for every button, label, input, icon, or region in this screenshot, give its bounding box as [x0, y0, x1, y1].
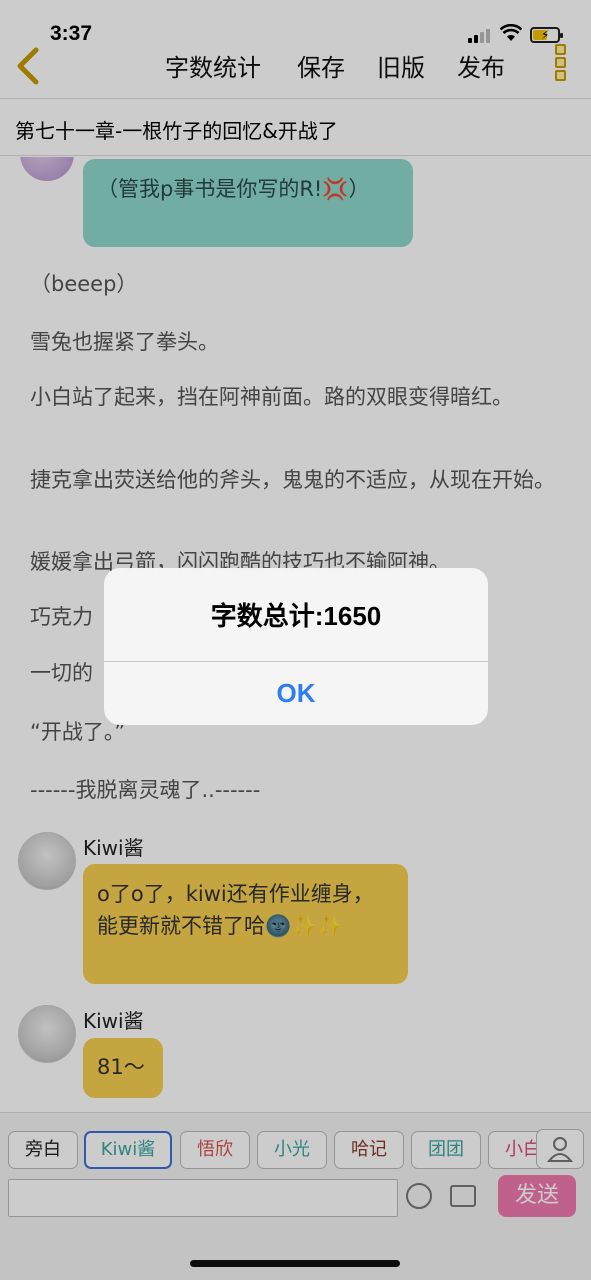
ok-button[interactable]: OK	[104, 662, 488, 725]
word-count-dialog: 字数总计:1650 OK	[104, 568, 488, 725]
dialog-message: 字数总计:1650	[210, 601, 382, 631]
